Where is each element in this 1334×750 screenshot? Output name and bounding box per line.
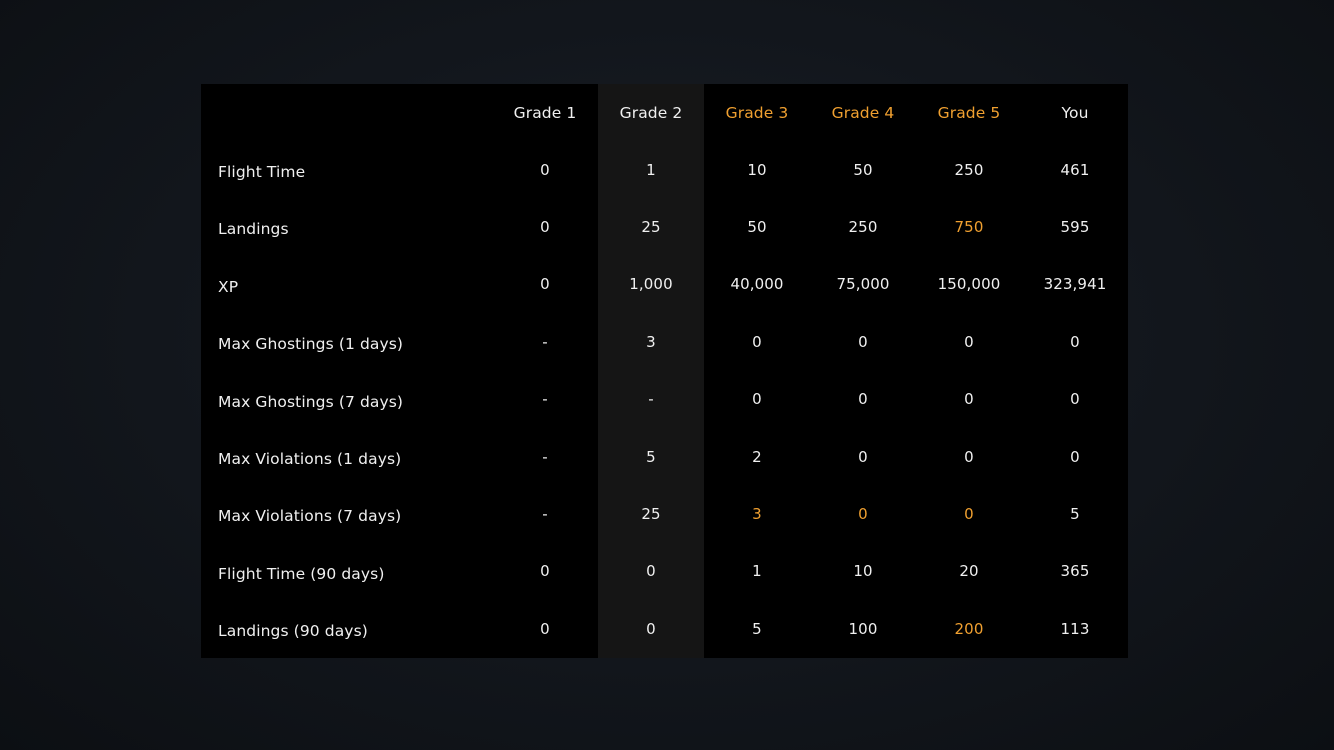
table-cell: - bbox=[542, 505, 548, 524]
table-cell: 323,941 bbox=[1043, 275, 1107, 294]
table-cell: - bbox=[542, 332, 548, 351]
table-cell: 595 bbox=[1060, 218, 1090, 237]
table-cell: 0 bbox=[598, 600, 704, 658]
row-label: Max Ghostings (7 days) bbox=[218, 392, 404, 411]
table-cell: 0 bbox=[752, 332, 762, 351]
table-cell: 25 bbox=[598, 485, 704, 543]
row-label: Landings (90 days) bbox=[218, 622, 368, 641]
column-header-you: You bbox=[1061, 103, 1089, 122]
table-cell: 0 bbox=[858, 332, 868, 351]
table-cell: 0 bbox=[1070, 332, 1080, 351]
table-cell: 3 bbox=[752, 505, 762, 524]
table-cell: 0 bbox=[858, 505, 868, 524]
table-cell: 0 bbox=[598, 542, 704, 601]
table-cell: 250 bbox=[848, 218, 878, 237]
table-cell: 0 bbox=[540, 160, 550, 179]
row-label: Landings bbox=[218, 220, 289, 239]
column-header-grade-2: Grade 2 bbox=[598, 84, 704, 141]
table-cell: 200 bbox=[954, 619, 984, 638]
column-header-grade-5: Grade 5 bbox=[937, 103, 1001, 122]
table-cell: 0 bbox=[858, 447, 868, 466]
table-cell: 0 bbox=[964, 390, 974, 409]
table-cell: 461 bbox=[1060, 160, 1090, 179]
table-cell: 0 bbox=[540, 619, 550, 638]
table-cell: 10 bbox=[853, 562, 873, 581]
table-cell: 113 bbox=[1060, 619, 1090, 638]
table-cell: 5 bbox=[752, 619, 762, 638]
table-cell: - bbox=[542, 447, 548, 466]
column-header-grade-3: Grade 3 bbox=[725, 103, 789, 122]
table-cell: 150,000 bbox=[937, 275, 1001, 294]
row-label: Max Violations (7 days) bbox=[218, 507, 402, 526]
column-header-grade-4: Grade 4 bbox=[831, 103, 895, 122]
table-cell: 750 bbox=[954, 218, 984, 237]
table-cell: 0 bbox=[752, 390, 762, 409]
table-cell: 0 bbox=[964, 447, 974, 466]
table-cell: 50 bbox=[853, 160, 873, 179]
table-cell: 20 bbox=[959, 562, 979, 581]
row-label: Flight Time bbox=[218, 163, 306, 181]
row-label: Max Violations (1 days) bbox=[218, 449, 402, 468]
table-cell: 1 bbox=[598, 141, 704, 199]
table-cell: 0 bbox=[540, 562, 550, 581]
table-cell: 0 bbox=[1070, 447, 1080, 466]
table-cell: 0 bbox=[540, 275, 550, 294]
table-cell: 40,000 bbox=[730, 275, 784, 294]
table-cell: 250 bbox=[954, 160, 984, 179]
table-cell: 5 bbox=[1070, 505, 1080, 524]
table-cell: 365 bbox=[1060, 562, 1090, 581]
row-label: XP bbox=[218, 277, 239, 296]
table-cell: - bbox=[598, 370, 704, 428]
table-header-corner bbox=[201, 84, 492, 141]
table-cell: 1,000 bbox=[598, 255, 704, 314]
table-cell: 10 bbox=[747, 160, 767, 179]
table-cell: 50 bbox=[747, 218, 767, 237]
grade-requirements-table: Grade 1 Grade 2 Grade 3 Grade 4 Grade 5 You Fl… bbox=[201, 84, 1128, 658]
table-cell: 5 bbox=[598, 427, 704, 486]
table-cell: 3 bbox=[598, 313, 704, 371]
table-cell: - bbox=[542, 390, 548, 409]
row-label: Flight Time (90 days) bbox=[218, 564, 385, 583]
row-label: Max Ghostings (1 days) bbox=[218, 335, 404, 354]
table-cell: 0 bbox=[540, 218, 550, 237]
table-cell: 25 bbox=[598, 198, 704, 256]
table-cell: 0 bbox=[964, 505, 974, 524]
table-cell: 0 bbox=[964, 332, 974, 351]
table-cell: 0 bbox=[1070, 390, 1080, 409]
table-cell: 75,000 bbox=[836, 275, 890, 294]
table-cell: 2 bbox=[752, 447, 762, 466]
table-cell: 0 bbox=[858, 390, 868, 409]
column-header-grade-1: Grade 1 bbox=[513, 103, 577, 122]
table-cell: 100 bbox=[848, 619, 878, 638]
table-cell: 1 bbox=[752, 562, 762, 581]
